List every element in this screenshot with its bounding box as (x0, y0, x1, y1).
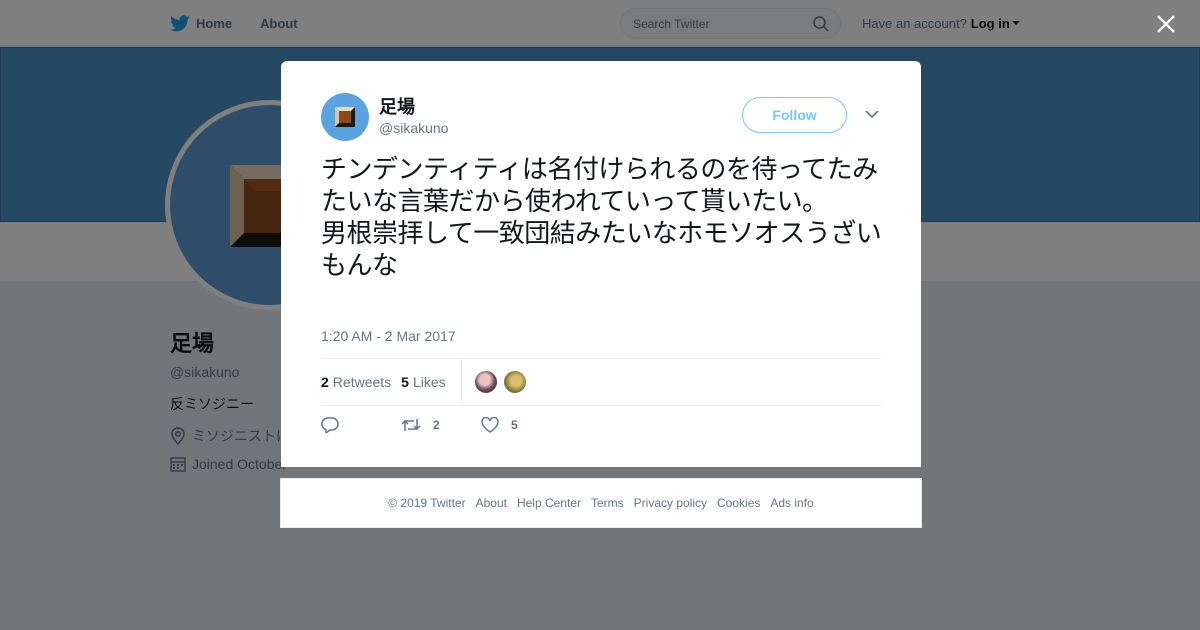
stats-divider (460, 358, 462, 406)
footer-ads-info[interactable]: Ads info (770, 496, 813, 510)
like-action[interactable]: 5 (481, 417, 518, 433)
footer-copyright[interactable]: © 2019 Twitter (388, 496, 465, 510)
chevron-down-icon[interactable] (865, 109, 879, 119)
retweet-action[interactable]: 2 (401, 417, 481, 433)
author-name[interactable]: 足場 (379, 96, 448, 118)
reply-icon (321, 417, 339, 433)
liker-avatar[interactable] (502, 370, 527, 394)
likes-count: 5 (401, 374, 409, 390)
tweet-header: 足場 @sikakuno (321, 93, 448, 141)
tweet-timestamp[interactable]: 1:20 AM - 2 Mar 2017 (321, 328, 456, 344)
retweets-label: Retweets (332, 374, 392, 390)
liker-avatar[interactable] (473, 370, 498, 394)
footer-privacy-policy[interactable]: Privacy policy (634, 496, 707, 510)
heart-icon (481, 417, 499, 433)
footer-about[interactable]: About (476, 496, 507, 510)
tweet-text: チンデンティティは名付けられるのを待ってたみたいな言葉だから使われていって貰いた… (321, 155, 882, 281)
author-avatar-image (335, 107, 355, 127)
retweet-action-count: 2 (433, 418, 440, 432)
follow-button[interactable]: Follow (742, 97, 847, 133)
author-handle[interactable]: @sikakuno (379, 118, 448, 138)
footer: © 2019 Twitter About Help Center Terms P… (280, 478, 922, 528)
footer-help-center[interactable]: Help Center (517, 496, 581, 510)
tweet-stats: 2 Retweets 5 Likes (321, 358, 881, 406)
like-action-count: 5 (511, 418, 518, 432)
likes-stat[interactable]: 5 Likes (401, 374, 445, 390)
close-icon[interactable] (1154, 12, 1178, 36)
retweets-count: 2 (321, 374, 329, 390)
author-names: 足場 @sikakuno (379, 96, 448, 138)
reply-action[interactable] (321, 417, 401, 433)
retweets-stat[interactable]: 2 Retweets (321, 374, 391, 390)
tweet-actions: 2 5 (321, 417, 518, 433)
retweet-icon (401, 419, 421, 431)
tweet-modal: 足場 @sikakuno Follow チンデンティティは名付けられるのを待って… (281, 61, 921, 467)
likes-label: Likes (412, 374, 446, 390)
footer-cookies[interactable]: Cookies (717, 496, 760, 510)
author-avatar[interactable] (321, 93, 369, 141)
footer-terms[interactable]: Terms (591, 496, 624, 510)
